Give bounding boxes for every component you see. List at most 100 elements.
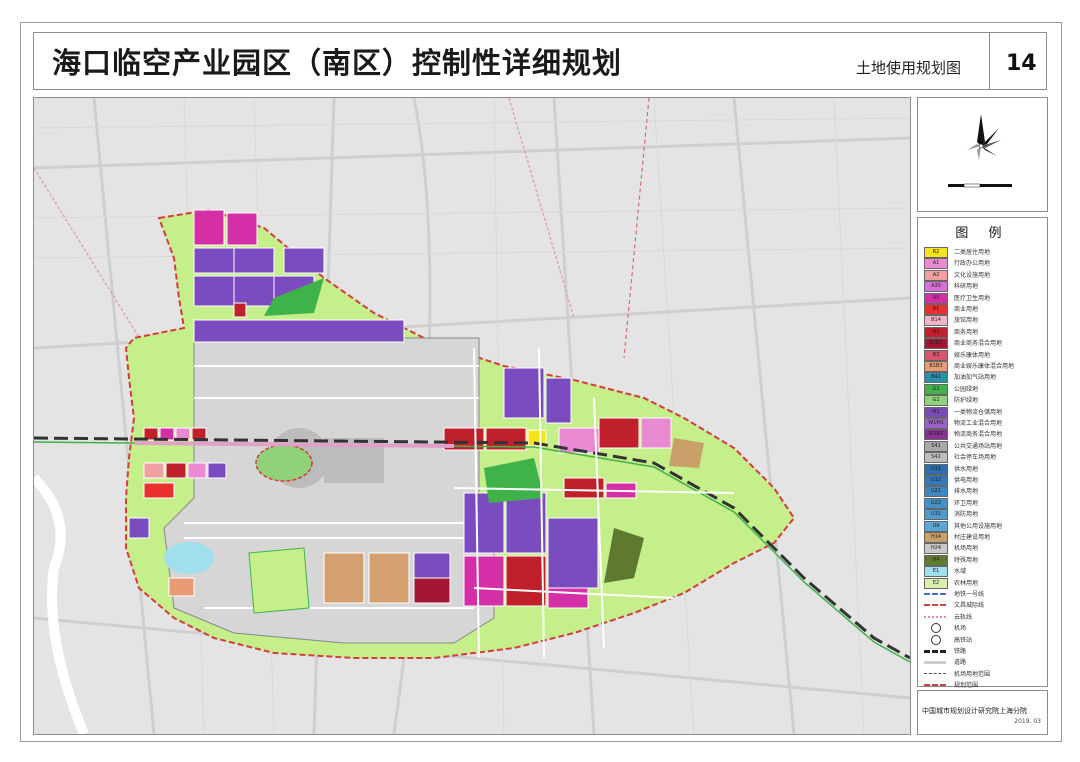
legend-line-sample [924,672,946,674]
legend-label: 规划范围 [954,682,979,690]
legend-item: B41 加油加气站用地 [924,371,1044,384]
legend-label: 地铁一号线 [954,591,985,598]
legend-label: 云轨线 [954,613,973,621]
legend-swatch: G2 [924,395,948,407]
legend-item: W1M1 物流工业混合用地 [924,417,1044,429]
legend-item: U31 消防用地 [924,508,1044,521]
legend-label: 其他公用设施用地 [954,522,1003,530]
terminal-core [255,444,313,482]
legend-item: A5 医疗卫生用地 [924,292,1044,304]
legend-item: U9 其他公用设施用地 [924,520,1044,532]
north-arrow-panel [917,97,1048,212]
legend-label: 社会停车场用地 [954,454,997,462]
legend-swatch: S41 [924,440,948,452]
legend-line-item: 机场用地范围 [924,668,1044,679]
legend-label: 公共交通场站用地 [954,442,1003,450]
legend-swatch: B1 [924,304,948,315]
legend-label: 旅馆用地 [954,317,979,325]
legend-swatch: A35 [924,281,948,293]
legend-swatch: U21 [924,486,948,498]
legend-label: 商业娱乐康体混合用地 [954,363,1015,370]
legend-label: 道路 [954,659,967,667]
legend-swatch: A5 [924,292,948,304]
credit-panel: 中国城市规划设计研究院上海分院 2019. 03 [917,690,1048,735]
legend-item: G2 防护绿地 [924,394,1044,407]
legend-swatch: B1B2 [924,338,948,350]
south-cluster [323,552,451,604]
legend-item: B1B3 商业娱乐康体混合用地 [924,360,1044,372]
legend-item: U12 供电用地 [924,474,1044,486]
legend-symbol-icon [931,634,941,645]
legend-symbol-icon [931,623,941,634]
legend-label: 加油加气站用地 [954,374,997,382]
legend-line-item: 地铁一号线 [924,588,1044,599]
legend-line-item: 铁路 [924,645,1044,656]
legend-swatch: U11 [924,463,948,475]
legend-item: A1 行政办公用地 [924,257,1044,270]
legend-swatch: S42 [924,452,948,464]
legend-swatch: W1B2 [924,429,948,441]
sheet-number: 14 [1006,51,1037,76]
legend-label: 供水用地 [954,465,979,473]
legend-line-item: 道路 [924,656,1044,667]
credit-date: 2019. 03 [1014,718,1041,725]
legend-swatch: E1 [924,566,948,578]
legend-swatch: B41 [924,372,948,384]
legend-swatch: U9 [924,520,948,532]
legend-item: R2 二类居住用地 [924,246,1044,258]
legend-label: 水域 [954,568,967,576]
legend-label: 医疗卫生用地 [954,294,991,302]
legend-label: 高铁站 [954,636,973,644]
river [34,474,89,734]
legend-label: 商业商务混合用地 [954,340,1003,348]
legend-label: 农林用地 [954,579,979,587]
legend-label: 村庄建设用地 [954,534,991,541]
legend-swatch: H4 [924,554,948,566]
legend-label: 一类物流仓储用地 [954,408,1003,416]
map-title: 海口临空产业园区（南区）控制性详细规划 [52,46,623,80]
legend-line-item: 机场 [924,622,1044,634]
legend-line-item: 规划范围 [924,679,1044,690]
legend-swatch: U12 [924,475,948,486]
legend-swatch: B2 [924,326,948,338]
legend-swatch: A1 [924,258,948,270]
legend-label: 消防用地 [954,511,979,519]
legend-item: H14 村庄建设用地 [924,531,1044,543]
legend-line-item: 文昌城际线 [924,599,1044,610]
legend-label: 公园绿地 [954,385,979,393]
legend-label: 文昌城际线 [954,602,985,610]
legend-label: 二类居住用地 [954,249,991,256]
legend-item: S41 公共交通场站用地 [924,440,1044,452]
legend-label: 机场用地范围 [954,670,991,678]
legend-line-item: 高铁站 [924,634,1044,645]
village-east [669,438,704,468]
legend-label: 机场用地 [954,545,979,553]
legend-title: 图 例 [955,226,1010,241]
legend-item: S42 社会停车场用地 [924,451,1044,464]
legend-line-sample [924,650,946,653]
legend-label: 科研用地 [954,283,979,291]
legend-swatch: B14 [924,315,948,327]
legend-item: U11 供水用地 [924,463,1044,475]
legend-label: 物流工业混合用地 [954,420,1003,427]
rail-line-n2 [623,98,650,359]
legend-label: 防护绿地 [954,397,979,405]
legend-item: A35 科研用地 [924,280,1044,293]
map-area[interactable] [33,97,911,735]
legend-label: 娱乐康体用地 [954,351,991,359]
legend-item: W1B2 物流商务混合用地 [924,428,1044,441]
legend-label: 文化设施用地 [954,271,991,279]
legend-swatch: U22 [924,497,948,509]
legend-item: U22 环卫用地 [924,497,1044,509]
legend-line-sample [924,615,946,618]
legend-swatch: E2 [924,577,948,589]
legend-label: 机场 [954,625,967,633]
legend-label: 特殊用地 [954,556,979,564]
legend-item: E1 水域 [924,565,1044,578]
legend-swatch: M1 [924,406,948,418]
legend-swatch: H24 [924,543,948,555]
legend-label: 供电用地 [954,477,979,484]
legend-item: U21 排水用地 [924,485,1044,498]
legend-label: 物流商务混合用地 [954,431,1003,439]
credit-org: 中国城市规划设计研究院上海分院 [922,707,1027,715]
